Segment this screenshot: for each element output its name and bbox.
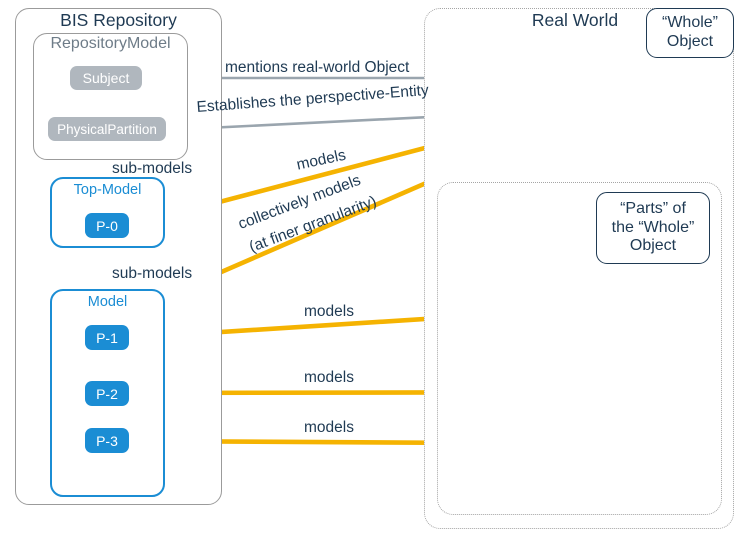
real-world-title: Real World [531, 10, 619, 30]
whole-callout-line2: Object [666, 33, 714, 50]
partition-p2[interactable]: P-2 [85, 381, 129, 406]
partition-p3[interactable]: P-3 [85, 428, 129, 453]
label-models-p1: models [304, 303, 354, 320]
diagram-canvas: BIS Repository RepositoryModel Top-Model… [0, 0, 740, 537]
repository-model-title: RepositoryModel [50, 35, 171, 52]
whole-callout-line1: “Whole” [661, 14, 718, 32]
label-models-p2: models [304, 369, 354, 386]
partition-p0[interactable]: P-0 [85, 213, 129, 238]
label-sub-models-top: sub-models [112, 160, 193, 177]
top-model-title: Top-Model [73, 182, 142, 198]
parts-callout-line2: the “Whole” [611, 218, 695, 236]
parts-callout-line1: “Parts” of [620, 200, 686, 218]
partition-p1[interactable]: P-1 [85, 325, 129, 350]
physical-partition-element[interactable]: PhysicalPartition [48, 117, 166, 141]
label-mentions-real-world-object: mentions real-world Object [225, 59, 410, 76]
subject-element[interactable]: Subject [70, 66, 142, 90]
bis-repository-title: BIS Repository [60, 10, 177, 30]
label-sub-models-model: sub-models [112, 265, 193, 282]
whole-object-callout: “Whole” Object [646, 8, 734, 58]
parts-object-callout: “Parts” of the “Whole” Object [596, 192, 710, 264]
label-models-p3: models [304, 419, 354, 436]
model-title: Model [87, 294, 128, 310]
parts-callout-line3: Object [629, 237, 677, 255]
